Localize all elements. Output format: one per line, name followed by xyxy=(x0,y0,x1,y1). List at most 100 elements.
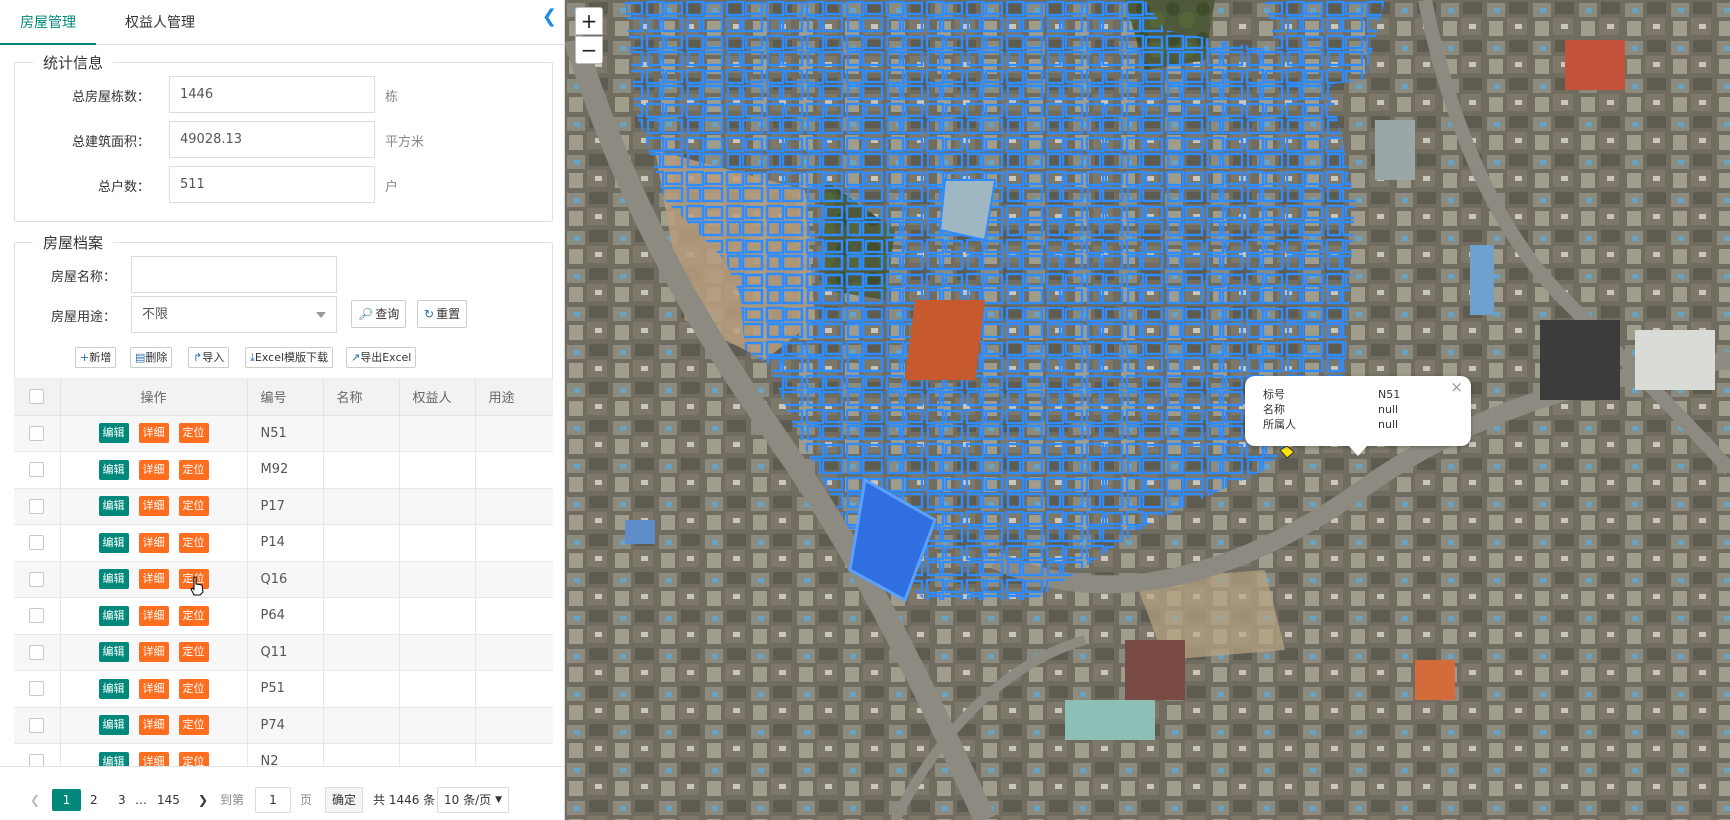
row-name xyxy=(323,670,400,708)
row-checkbox[interactable] xyxy=(29,571,45,587)
locate-button[interactable]: 定位 xyxy=(178,605,209,626)
table-row[interactable]: 编辑 详细 定位 N51 xyxy=(14,415,553,452)
tab-house-management[interactable]: 房屋管理 xyxy=(0,0,96,45)
edit-button[interactable]: 编辑 xyxy=(98,715,129,736)
detail-button[interactable]: 详细 xyxy=(138,532,169,553)
edit-button[interactable]: 编辑 xyxy=(98,532,129,553)
page-3[interactable]: 3 xyxy=(118,789,126,811)
row-checkbox-cell xyxy=(14,451,61,489)
detail-button[interactable]: 详细 xyxy=(138,459,169,480)
add-button[interactable]: +新增 xyxy=(75,347,117,368)
row-checkbox[interactable] xyxy=(29,681,45,697)
trash-icon: ▤ xyxy=(135,351,146,364)
left-panel: 房屋管理 权益人管理 ❮ 统计信息 总房屋栋数： 1446 栋 总建筑面积： 4… xyxy=(0,0,565,820)
locate-button[interactable]: 定位 xyxy=(178,642,209,663)
archive-legend: 房屋档案 xyxy=(43,234,104,252)
row-checkbox-cell xyxy=(14,634,61,671)
reset-button[interactable]: ↻ 重置 xyxy=(417,300,468,328)
row-use xyxy=(475,597,553,635)
house-name-input[interactable] xyxy=(131,256,337,293)
locate-button[interactable]: 定位 xyxy=(178,423,209,444)
table-row[interactable]: 编辑 详细 定位 P74 xyxy=(14,707,553,744)
select-all-checkbox[interactable] xyxy=(29,388,45,404)
next-page-icon[interactable]: ❯ xyxy=(198,789,208,811)
edit-button[interactable]: 编辑 xyxy=(98,459,129,480)
detail-button[interactable]: 详细 xyxy=(138,569,169,590)
edit-button[interactable]: 编辑 xyxy=(98,678,129,699)
hand-cursor-icon xyxy=(190,576,204,596)
page-2[interactable]: 2 xyxy=(90,789,98,811)
row-name xyxy=(323,597,400,635)
table-row[interactable]: 编辑 详细 定位 P51 xyxy=(14,670,553,708)
row-checkbox-cell xyxy=(14,561,61,598)
table-row[interactable]: 编辑 详细 定位 Q11 xyxy=(14,634,553,671)
stat-value-buildings: 1446 xyxy=(169,76,375,113)
row-checkbox[interactable] xyxy=(29,644,45,660)
edit-button[interactable]: 编辑 xyxy=(98,496,129,517)
table-row[interactable]: 编辑 详细 定位 P64 xyxy=(14,597,553,635)
locate-button[interactable]: 定位 xyxy=(178,496,209,517)
locate-button[interactable]: 定位 xyxy=(178,532,209,553)
row-checkbox[interactable] xyxy=(29,608,45,624)
row-use xyxy=(475,743,553,766)
table-row[interactable]: 编辑 详细 定位 N2 xyxy=(14,743,553,766)
detail-button[interactable]: 详细 xyxy=(138,496,169,517)
row-checkbox[interactable] xyxy=(29,717,45,733)
detail-button[interactable]: 详细 xyxy=(138,605,169,626)
export-label: 导出Excel xyxy=(360,351,412,364)
edit-button[interactable]: 编辑 xyxy=(98,751,129,766)
prev-page-icon[interactable]: ❮ xyxy=(30,789,40,811)
excel-template-download-button[interactable]: ⤓Excel模版下载 xyxy=(245,347,334,368)
detail-button[interactable]: 详细 xyxy=(138,642,169,663)
page-size-value: 10 条/页 xyxy=(444,793,492,807)
map-view[interactable]: + − × 标号 N51 名称 null 所属人 null xyxy=(565,0,1730,820)
goto-page-input[interactable]: 1 xyxy=(255,787,291,813)
row-actions: 编辑详细定位 xyxy=(60,524,248,562)
detail-button[interactable]: 详细 xyxy=(138,715,169,736)
header-checkbox-cell xyxy=(14,378,61,416)
row-code: M92 xyxy=(247,451,324,489)
query-button[interactable]: 🔎︎ 查询 xyxy=(351,300,407,328)
zoom-out-button[interactable]: − xyxy=(575,36,603,64)
confirm-page-button[interactable]: 确定 xyxy=(325,787,364,813)
row-checkbox[interactable] xyxy=(29,498,45,514)
row-use xyxy=(475,634,553,671)
table-row[interactable]: 编辑 详细 定位 P14 xyxy=(14,524,553,562)
locate-button[interactable]: 定位 xyxy=(178,715,209,736)
edit-button[interactable]: 编辑 xyxy=(98,569,129,590)
chevron-left-icon[interactable]: ❮ xyxy=(542,8,557,26)
tab-rights-holder-management[interactable]: 权益人管理 xyxy=(105,0,215,45)
edit-button[interactable]: 编辑 xyxy=(98,642,129,663)
row-checkbox[interactable] xyxy=(29,535,45,551)
row-checkbox[interactable] xyxy=(29,754,45,766)
row-checkbox[interactable] xyxy=(29,462,45,478)
detail-button[interactable]: 详细 xyxy=(138,678,169,699)
popup-value: N51 xyxy=(1378,388,1401,401)
table-row[interactable]: 编辑 详细 定位 M92 xyxy=(14,451,553,489)
detail-button[interactable]: 详细 xyxy=(138,423,169,444)
import-label: 导入 xyxy=(202,351,225,364)
page-size-select[interactable]: 10 条/页 ▼ xyxy=(437,787,509,813)
edit-button[interactable]: 编辑 xyxy=(98,423,129,444)
table-row[interactable]: 编辑详细定位Q16 xyxy=(14,561,553,598)
house-use-select[interactable]: 不限 xyxy=(131,296,337,333)
locate-button[interactable]: 定位 xyxy=(178,678,209,699)
import-button[interactable]: ↱导入 xyxy=(188,347,230,368)
row-checkbox-cell xyxy=(14,488,61,525)
delete-button[interactable]: ▤删除 xyxy=(130,347,173,368)
page-last[interactable]: 145 xyxy=(157,789,180,811)
page-1[interactable]: 1 xyxy=(52,789,81,811)
delete-label: 删除 xyxy=(145,351,168,364)
export-excel-button[interactable]: ↗导出Excel xyxy=(346,347,417,368)
zoom-in-button[interactable]: + xyxy=(575,7,603,35)
satellite-imagery xyxy=(565,0,1730,820)
detail-button[interactable]: 详细 xyxy=(138,751,169,766)
close-icon[interactable]: × xyxy=(1450,378,1463,396)
row-owner xyxy=(399,743,476,766)
locate-button[interactable]: 定位 xyxy=(178,459,209,480)
locate-button[interactable]: 定位 xyxy=(178,751,209,766)
edit-button[interactable]: 编辑 xyxy=(98,605,129,626)
row-checkbox[interactable] xyxy=(29,425,45,441)
house-use-value: 不限 xyxy=(142,307,169,322)
table-row[interactable]: 编辑 详细 定位 P17 xyxy=(14,488,553,525)
